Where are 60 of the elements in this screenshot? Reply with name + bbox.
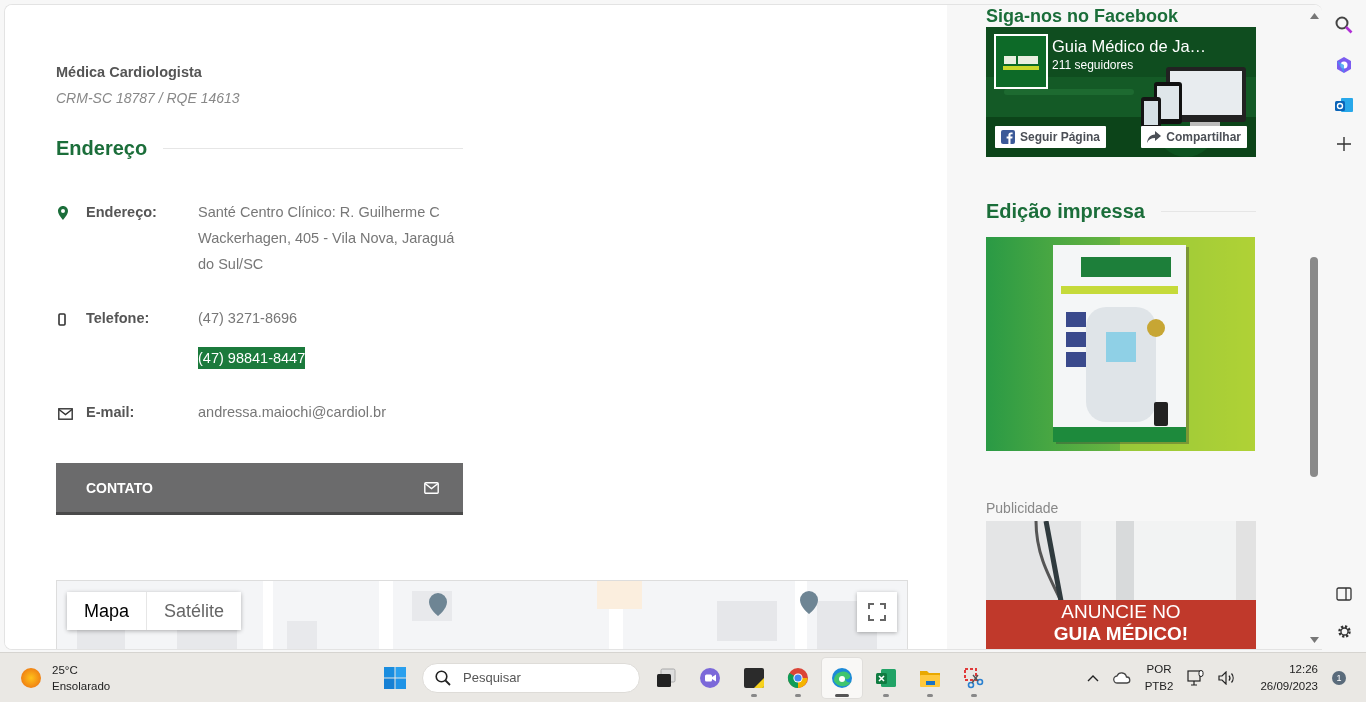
settings-icon[interactable] xyxy=(1335,623,1353,640)
chat-icon xyxy=(699,666,721,689)
start-icon xyxy=(384,666,406,689)
address-text: Santé Centro Clínico: R. Guilherme C Wackerhagen, 405 - Vila Nova, Jaraguá do Sul/SC xyxy=(198,203,455,274)
mail-app-icon[interactable] xyxy=(1335,96,1353,114)
search-field[interactable]: Pesquisar xyxy=(422,662,640,693)
map-type-tab[interactable]: Mapa xyxy=(67,592,148,630)
search-input[interactable]: Pesquisar xyxy=(461,669,611,686)
volume-icon[interactable] xyxy=(1218,670,1237,685)
field-label: E-mail: xyxy=(86,403,136,422)
swirl-icon[interactable] xyxy=(1335,56,1353,74)
field-label: Telefone: xyxy=(86,309,151,328)
date-text: 26/09/2023 xyxy=(1260,678,1318,694)
sun-icon xyxy=(21,667,41,688)
notification-badge[interactable]: 1 xyxy=(1332,670,1346,685)
weather-condition: Ensolarado xyxy=(52,678,111,694)
plus-icon[interactable] xyxy=(1336,136,1352,152)
spreadsheet-icon xyxy=(875,666,897,689)
browser-icon xyxy=(831,666,853,689)
registration-text: CRM-SC 18787 / RQE 14613 xyxy=(56,89,241,108)
monitor-icon[interactable] xyxy=(1187,669,1205,686)
clock-button[interactable]: 12:26 26/09/2023 xyxy=(1260,660,1318,695)
mail-icon xyxy=(424,481,439,494)
note-icon xyxy=(743,666,765,689)
pin-icon xyxy=(58,206,68,220)
ad-headline: ANUNCIE NO xyxy=(1061,601,1181,623)
phone-number[interactable]: (47) 3271-8696 xyxy=(198,307,298,329)
cloud-icon[interactable] xyxy=(1112,671,1131,684)
weather-widget[interactable]: 25°C Ensolarado xyxy=(0,661,375,694)
chevron-up-icon[interactable] xyxy=(1086,673,1099,682)
scissors-icon xyxy=(963,666,985,689)
split-view-icon[interactable] xyxy=(1336,587,1352,601)
scrollbar-thumb[interactable] xyxy=(1310,257,1318,477)
time-text: 12:26 xyxy=(1289,661,1318,677)
language-text: POR xyxy=(1146,661,1172,677)
task-view-icon xyxy=(655,666,677,689)
ad-label: Publicidade xyxy=(986,499,1060,517)
phone-number[interactable]: (47) 98841-8447 xyxy=(198,347,306,369)
fullscreen-icon xyxy=(868,603,886,621)
section-heading: Endereço xyxy=(56,136,148,161)
map-type-tab[interactable]: Satélite xyxy=(147,592,242,630)
email-link[interactable]: andressa.maiochi@cardiol.br xyxy=(198,401,386,423)
fullscreen-button[interactable] xyxy=(857,592,897,632)
mail-icon xyxy=(58,408,73,420)
section-heading: Siga-nos no Facebook xyxy=(986,5,1179,27)
scroll-up-icon[interactable] xyxy=(1309,13,1319,19)
field-label: Endereço: xyxy=(86,203,158,222)
language-indicator[interactable]: POR PTB2 xyxy=(1144,660,1174,695)
contact-button[interactable]: CONTATO xyxy=(56,463,463,515)
layout-text: PTB2 xyxy=(1144,678,1174,694)
ad-headline: GUIA MÉDICO! xyxy=(1053,623,1189,645)
search-icon[interactable] xyxy=(1335,16,1353,34)
browser-icon xyxy=(787,666,809,689)
phone-icon xyxy=(58,313,66,326)
taskbar-button[interactable] xyxy=(822,657,862,698)
search-icon xyxy=(435,669,451,686)
scroll-down-icon[interactable] xyxy=(1309,637,1319,643)
section-heading: Edição impressa xyxy=(986,199,1145,224)
specialty-text: Médica Cardiologista xyxy=(56,63,203,82)
temperature-text: 25°C xyxy=(52,662,79,678)
